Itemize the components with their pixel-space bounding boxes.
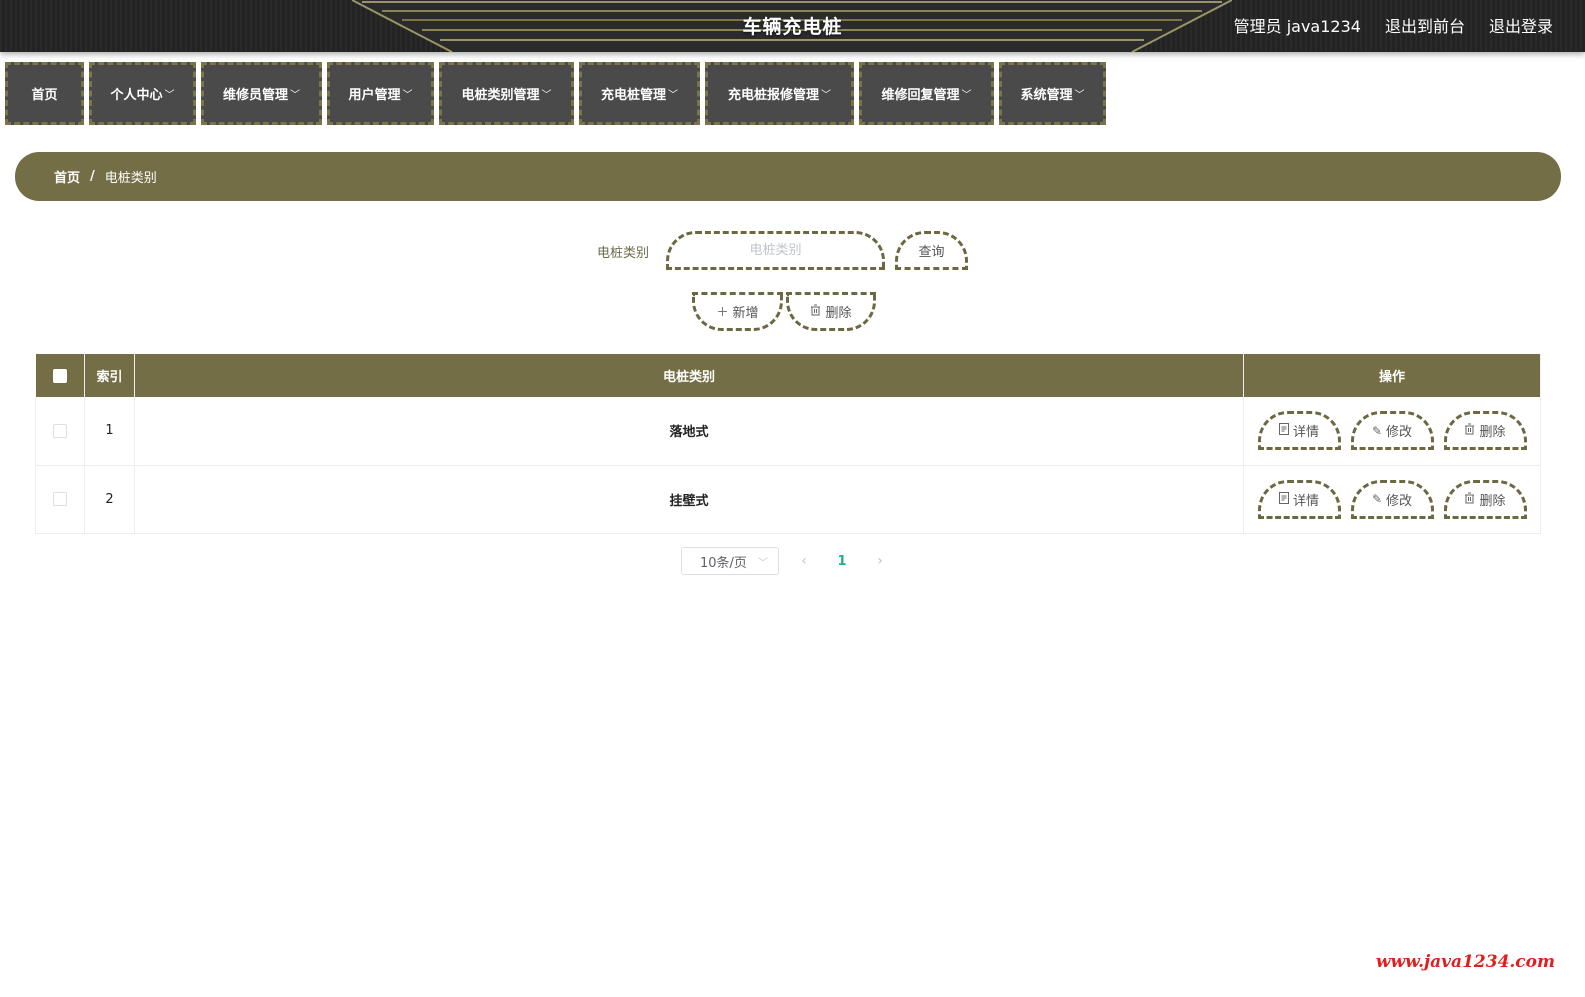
nav-item-label: 个人中心 [110,88,163,103]
nav-item-label: 首页 [31,88,58,103]
breadcrumb-current: 电桩类别 [104,171,157,186]
main-nav: 首页 个人中心 ﹀ 维修员管理 ﹀ 用户管理 ﹀ 电桩类别管理 ﹀ 充电桩管理 ﹀ 充电桩… [5,62,1106,125]
row-check-cell [35,397,85,466]
admin-label: 管理员 java1234 [1233,17,1361,36]
column-header-actions: 操作 [1243,354,1541,397]
row-delete-label: 删除 [1479,493,1506,509]
row-delete-button[interactable]: 删除 [1443,479,1527,519]
document-icon [1278,491,1289,507]
row-check-cell [35,465,85,534]
exit-to-front-link[interactable]: 退出到前台 [1385,13,1465,37]
logout-link[interactable]: 退出登录 [1489,13,1553,37]
nav-item-label: 维修回复管理 [881,88,960,103]
category-table: 索引 电桩类别 操作 1 落地式 详情 ✎ 修改 删除 2 挂壁式 详情 ✎ 修… [35,354,1541,534]
chevron-down-icon: ﹀ [541,90,552,101]
next-page-icon[interactable]: › [865,553,895,569]
watermark: www.java1234.com [1375,952,1555,972]
top-header: 车辆充电桩 管理员 java1234 退出到前台 退出登录 [0,0,1585,52]
trash-icon [1464,492,1475,507]
row-delete-label: 删除 [1479,425,1506,441]
search-input[interactable] [666,231,885,270]
nav-item-repair-reply-mgmt[interactable]: 维修回复管理 ﹀ [859,62,994,125]
page-number[interactable]: 1 [827,554,857,569]
batch-delete-button[interactable]: 删除 [786,292,876,331]
page-size-value: 10条/页 [700,555,747,571]
chevron-down-icon: ﹀ [668,90,679,101]
row-actions: 详情 ✎ 修改 删除 [1243,397,1541,466]
nav-item-label: 维修员管理 [223,88,289,103]
chevron-down-icon: ﹀ [758,557,768,569]
select-all-checkbox[interactable] [52,368,67,383]
edit-button-label: 修改 [1386,493,1413,509]
chevron-down-icon: ﹀ [1074,90,1085,101]
row-category: 挂壁式 [134,465,1244,534]
row-delete-button[interactable]: 删除 [1443,411,1527,451]
chevron-down-icon: ﹀ [290,90,301,101]
page-size-select[interactable]: 10条/页 ﹀ [681,547,779,575]
query-button[interactable]: 查询 [895,231,968,270]
detail-button[interactable]: 详情 [1257,479,1341,519]
header-actions: 管理员 java1234 退出到前台 退出登录 [1234,13,1553,37]
batch-delete-label: 删除 [825,306,852,321]
document-icon [1278,423,1289,438]
table-header-row: 索引 电桩类别 操作 [35,354,1541,397]
pencil-icon: ✎ [1371,423,1383,438]
column-header-index: 索引 [84,354,135,397]
nav-item-label: 充电桩报修管理 [728,88,820,103]
pagination: 10条/页 ﹀ ‹ 1 › [681,547,895,575]
nav-item-label: 电桩类别管理 [461,88,540,103]
nav-item-home[interactable]: 首页 [5,62,84,125]
table-row: 1 落地式 详情 ✎ 修改 删除 [35,397,1541,466]
nav-item-label: 用户管理 [348,88,401,103]
chevron-down-icon: ﹀ [821,90,832,101]
table-row: 2 挂壁式 详情 ✎ 修改 删除 [35,465,1541,534]
breadcrumb-separator: / [90,169,95,184]
row-checkbox[interactable] [53,492,67,506]
nav-item-label: 充电桩管理 [601,88,667,103]
chevron-down-icon: ﹀ [164,90,175,101]
edit-button[interactable]: ✎ 修改 [1350,411,1434,451]
nav-item-user-mgmt[interactable]: 用户管理 ﹀ [327,62,434,125]
detail-button-label: 详情 [1292,493,1319,509]
nav-item-label: 系统管理 [1020,88,1073,103]
chevron-down-icon: ﹀ [402,90,413,101]
nav-item-repairer-mgmt[interactable]: 维修员管理 ﹀ [201,62,322,125]
detail-button[interactable]: 详情 [1257,411,1341,451]
query-button-label: 查询 [918,245,945,260]
row-category: 落地式 [134,397,1244,466]
chevron-down-icon: ﹀ [961,90,972,101]
detail-button-label: 详情 [1292,425,1319,441]
nav-item-repair-report-mgmt[interactable]: 充电桩报修管理 ﹀ [705,62,854,125]
trash-icon [810,304,821,319]
add-button[interactable]: ＋ 新增 [692,292,783,331]
add-button-label: 新增 [732,306,759,321]
prev-page-icon[interactable]: ‹ [789,553,819,569]
trash-icon [1464,423,1475,438]
edit-button[interactable]: ✎ 修改 [1350,479,1434,519]
breadcrumb: 首页 / 电桩类别 [15,152,1561,201]
select-all-cell [35,354,85,397]
row-index: 1 [84,397,135,466]
row-actions: 详情 ✎ 修改 删除 [1243,465,1541,534]
search-label: 电桩类别 [597,246,650,261]
column-header-category: 电桩类别 [134,354,1244,397]
row-index: 2 [84,465,135,534]
nav-item-charging-pile-mgmt[interactable]: 充电桩管理 ﹀ [579,62,700,125]
breadcrumb-home[interactable]: 首页 [54,167,80,186]
nav-item-pile-category-mgmt[interactable]: 电桩类别管理 ﹀ [439,62,574,125]
row-checkbox[interactable] [53,423,67,438]
nav-item-system-mgmt[interactable]: 系统管理 ﹀ [999,62,1106,125]
nav-item-personal-center[interactable]: 个人中心 ﹀ [89,62,196,125]
plus-icon: ＋ [716,305,729,319]
pencil-icon: ✎ [1371,492,1383,506]
edit-button-label: 修改 [1386,425,1413,441]
